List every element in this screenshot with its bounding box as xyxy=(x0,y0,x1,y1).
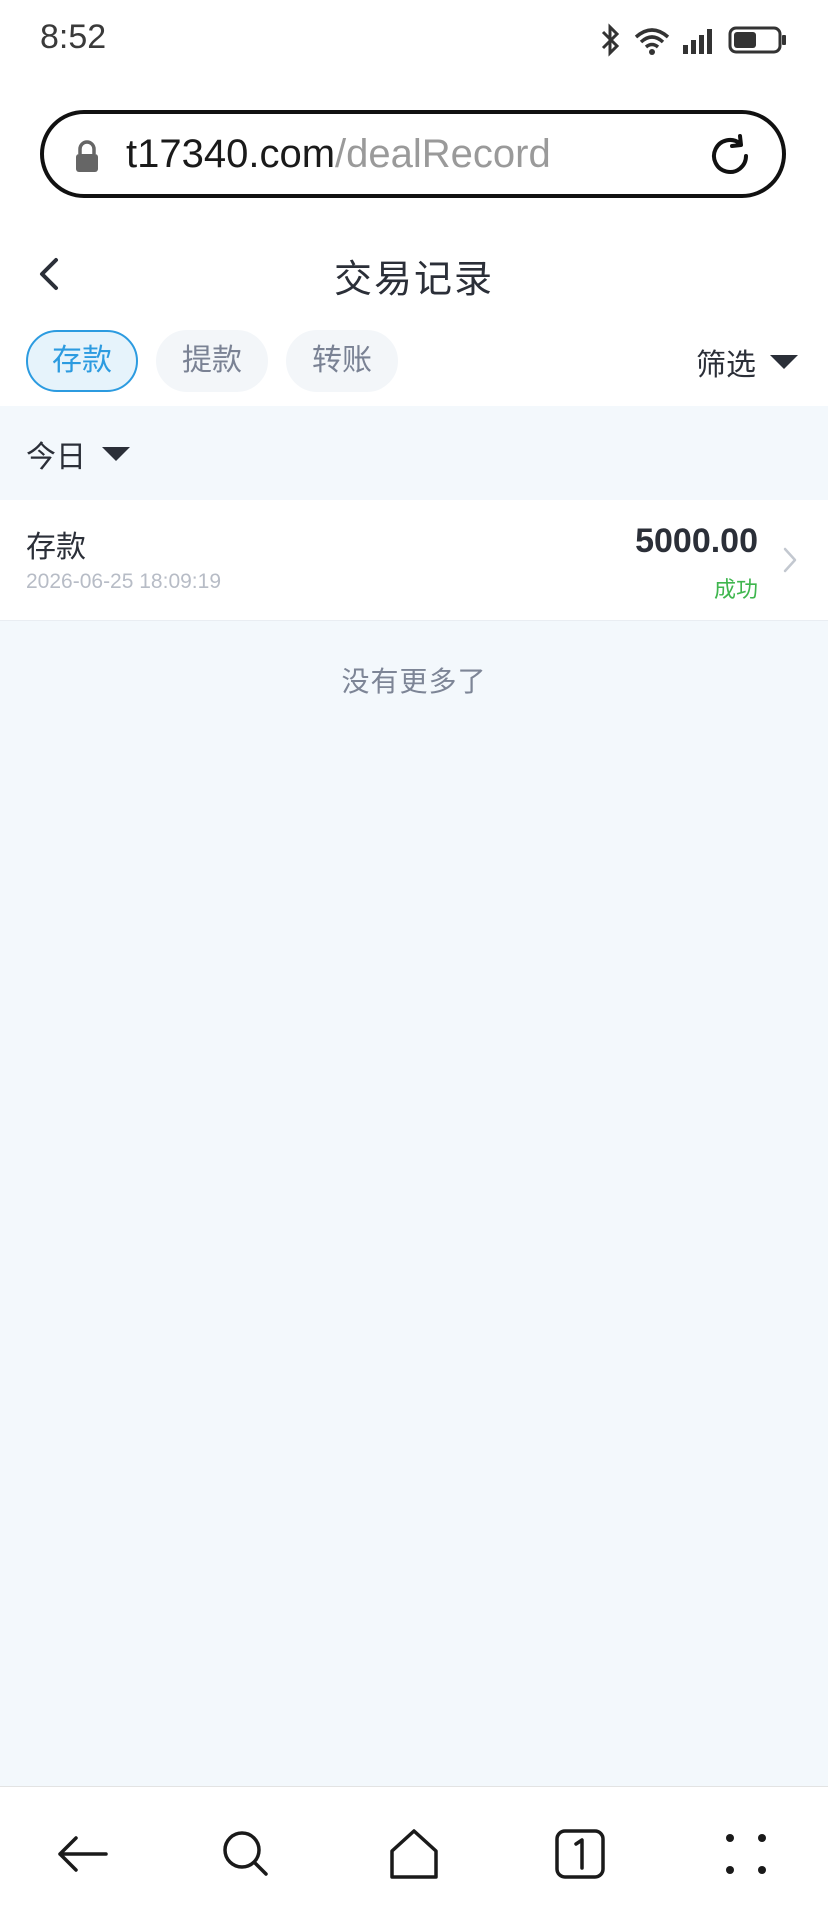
nav-menu-button[interactable] xyxy=(686,1787,806,1921)
signal-icon xyxy=(683,29,712,54)
url-path: /dealRecord xyxy=(335,132,551,176)
tab-transfer[interactable]: 转账 xyxy=(286,330,398,392)
wifi-icon xyxy=(634,28,670,55)
caret-down-icon xyxy=(102,447,130,461)
nav-home-button[interactable] xyxy=(354,1787,474,1921)
nav-back-button[interactable] xyxy=(22,1787,142,1921)
address-bar[interactable]: t17340.com/dealRecord xyxy=(40,110,786,198)
status-time: 8:52 xyxy=(40,18,107,56)
filter-button[interactable]: 筛选 xyxy=(696,340,798,384)
home-icon xyxy=(390,1829,438,1879)
lock-icon xyxy=(76,140,98,172)
url-text[interactable]: t17340.com/dealRecord xyxy=(126,130,551,178)
reload-icon[interactable] xyxy=(706,132,754,180)
page-title: 交易记录 xyxy=(333,257,494,301)
browser-toolbar: t17340.com/dealRecord xyxy=(0,82,828,222)
type-tabs: 存款 提款 转账 筛选 xyxy=(0,326,828,406)
page-header: 交易记录 xyxy=(0,222,828,326)
date-filter-bar: 今日 xyxy=(0,406,828,500)
nav-tabs-button[interactable] xyxy=(520,1787,640,1921)
list-item[interactable]: 存款 2026-06-25 18:09:19 5000.00 成功 xyxy=(0,500,828,621)
menu-dots-icon xyxy=(726,1834,766,1874)
url-host: t17340.com xyxy=(126,132,336,176)
nav-search-button[interactable] xyxy=(186,1787,306,1921)
record-status: 成功 xyxy=(713,578,758,603)
tab-withdraw[interactable]: 提款 xyxy=(156,330,268,392)
bluetooth-icon xyxy=(601,23,620,57)
battery-icon xyxy=(728,26,786,54)
status-bar: 8:52 xyxy=(0,0,828,82)
search-icon xyxy=(223,1831,268,1876)
tab-deposit[interactable]: 存款 xyxy=(26,330,138,392)
list-end-text: 没有更多了 xyxy=(341,665,487,698)
record-type: 存款 xyxy=(26,530,86,565)
chevron-right-icon xyxy=(783,547,797,573)
filter-label: 筛选 xyxy=(696,348,756,383)
browser-bottom-nav xyxy=(0,1786,828,1921)
arrow-left-icon xyxy=(58,1836,108,1872)
date-filter-label: 今日 xyxy=(26,440,86,475)
status-icons xyxy=(600,20,788,60)
record-time: 2026-06-25 18:09:19 xyxy=(26,570,221,593)
caret-down-icon xyxy=(770,355,798,369)
tabs-count-icon xyxy=(555,1829,605,1879)
record-amount: 5000.00 xyxy=(635,522,758,560)
date-filter-button[interactable]: 今日 xyxy=(26,432,130,476)
